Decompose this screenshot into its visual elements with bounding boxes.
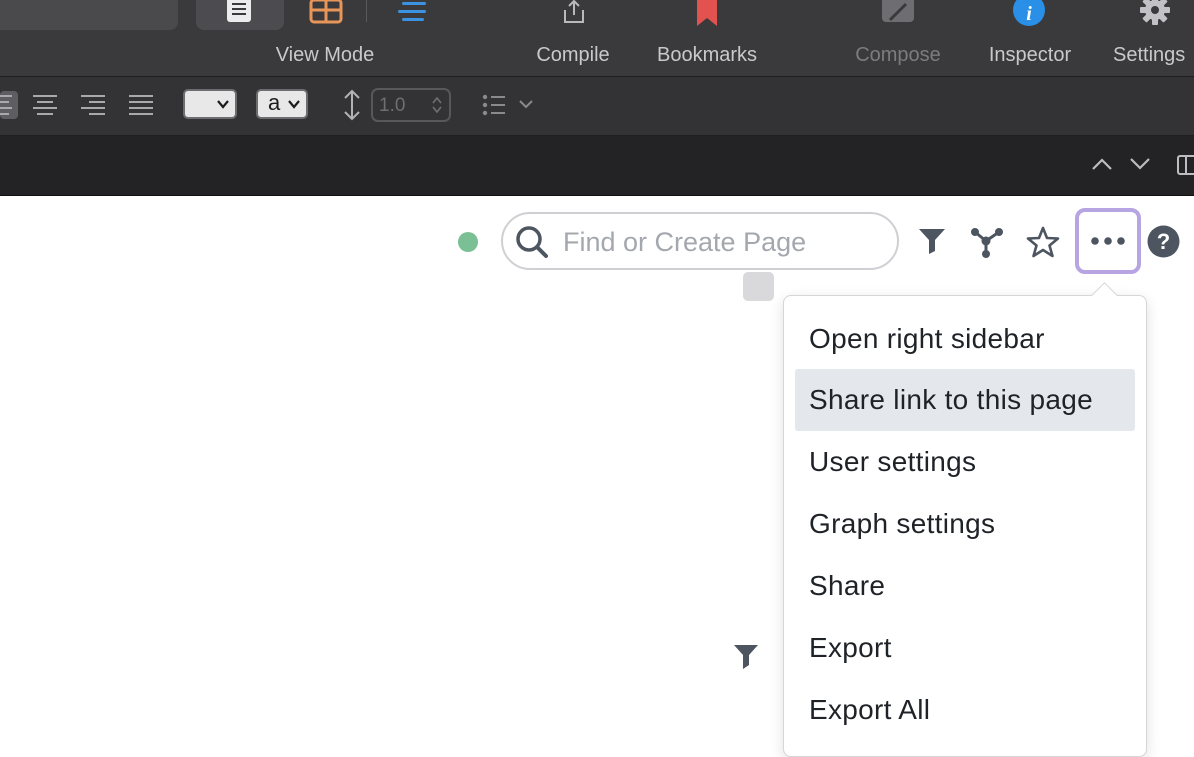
star-icon[interactable] — [1026, 225, 1060, 259]
bookmarks-button[interactable]: Bookmarks — [644, 0, 770, 76]
line-spacing-value: 1.0 — [379, 95, 406, 116]
chevron-down-icon — [519, 100, 533, 109]
settings-button[interactable]: Settings — [1108, 0, 1194, 76]
stepper-arrows-icon[interactable] — [432, 97, 442, 113]
gear-icon — [1140, 0, 1170, 25]
search-input[interactable] — [561, 224, 885, 260]
sync-status-dot — [458, 232, 478, 252]
app-toolbar: View Mode Compile Bookmarks Compose i In… — [0, 0, 1194, 77]
menu-item-share-link[interactable]: Share link to this page — [795, 369, 1135, 431]
text-style-select[interactable]: a — [256, 89, 308, 119]
list-icon — [482, 94, 505, 116]
chevron-up-icon[interactable] — [1090, 156, 1114, 172]
line-spacing-stepper[interactable]: 1.0 — [371, 88, 451, 122]
menu-item-export-all[interactable]: Export All — [795, 679, 1135, 741]
svg-text:i: i — [1026, 3, 1032, 25]
menu-item-graph-settings[interactable]: Graph settings — [795, 493, 1135, 555]
search-icon — [516, 226, 548, 258]
help-icon[interactable]: ? — [1147, 225, 1180, 258]
text-style-value: a — [268, 90, 281, 115]
inspector-button[interactable]: i Inspector — [974, 0, 1086, 76]
graph-icon[interactable] — [969, 224, 1005, 260]
chevron-down-icon — [288, 100, 300, 109]
more-options-button[interactable] — [1075, 208, 1141, 274]
justify-icon[interactable] — [129, 95, 153, 115]
more-options-menu: Open right sidebar Share link to this pa… — [783, 295, 1147, 757]
share-export-icon — [564, 0, 584, 23]
settings-label: Settings — [1113, 44, 1186, 66]
svg-text:?: ? — [1157, 229, 1170, 254]
filter-icon[interactable] — [733, 643, 759, 671]
menu-item-export[interactable]: Export — [795, 617, 1135, 679]
editor-header-bar — [0, 136, 1194, 196]
menu-item-open-right-sidebar[interactable]: Open right sidebar — [795, 308, 1135, 370]
alignment-group — [0, 91, 153, 119]
chevron-down-icon — [217, 100, 229, 109]
line-spacing-icon — [344, 89, 360, 121]
font-size-select[interactable] — [183, 89, 237, 119]
compose-label: Compose — [855, 44, 941, 66]
toolbar-search-field[interactable] — [0, 0, 178, 30]
more-icon — [1091, 237, 1125, 245]
info-icon: i — [1013, 0, 1045, 26]
chevron-down-icon[interactable] — [1128, 156, 1152, 172]
compile-label: Compile — [536, 44, 610, 66]
align-center-icon[interactable] — [33, 95, 57, 115]
compile-button[interactable]: Compile — [522, 0, 624, 76]
menu-item-user-settings[interactable]: User settings — [795, 431, 1135, 493]
align-right-icon[interactable] — [81, 95, 105, 115]
menu-item-share[interactable]: Share — [795, 555, 1135, 617]
placeholder-block — [743, 272, 774, 301]
list-style-dropdown[interactable] — [482, 93, 538, 117]
bookmarks-label: Bookmarks — [656, 44, 758, 66]
split-view-icon[interactable] — [1176, 154, 1194, 176]
filter-icon[interactable] — [917, 226, 947, 256]
compose-icon — [882, 0, 914, 22]
compose-button[interactable]: Compose — [842, 0, 954, 76]
view-mode-group: View Mode — [250, 0, 400, 76]
inspector-label: Inspector — [988, 44, 1072, 66]
search-box[interactable] — [501, 212, 899, 270]
bookmark-icon — [697, 0, 717, 26]
outline-icon[interactable] — [396, 0, 430, 26]
format-bar: a 1.0 — [0, 77, 1194, 136]
view-mode-label: View Mode — [275, 44, 375, 66]
